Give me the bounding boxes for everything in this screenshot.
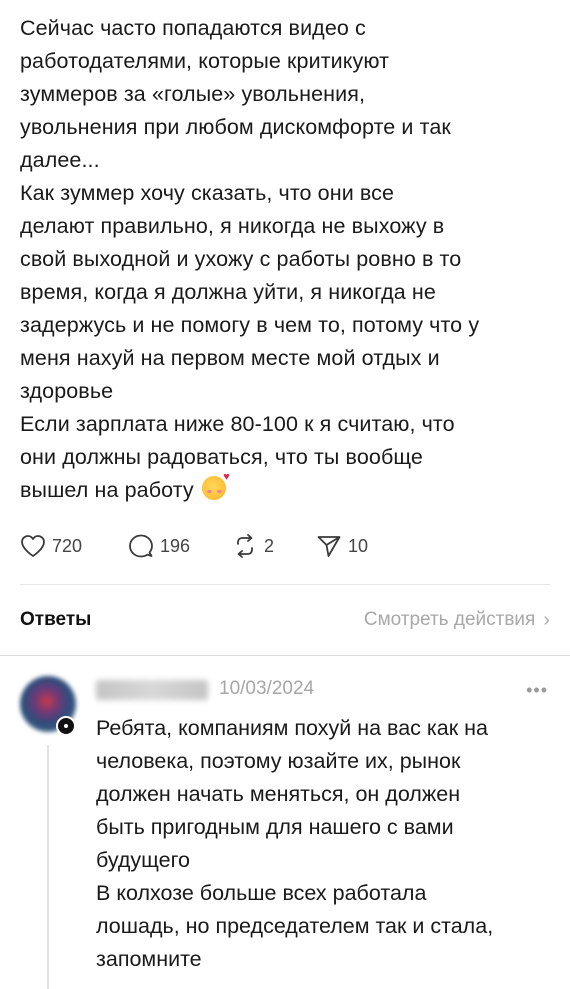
- post: Сейчас часто попадаются видео с работода…: [20, 12, 555, 507]
- like-count: 720: [52, 535, 83, 556]
- share-count: 10: [348, 535, 369, 556]
- view-activity-label: Смотреть действия: [363, 609, 536, 630]
- section-divider: [0, 655, 570, 656]
- comment-count: 196: [160, 535, 191, 556]
- comment-button[interactable]: 196: [128, 533, 190, 559]
- heart-icon: [21, 535, 45, 557]
- follow-badge-icon[interactable]: [56, 716, 76, 736]
- reply-username-blurred[interactable]: [96, 680, 208, 700]
- repost-icon: [237, 534, 253, 558]
- reply-text: Ребята, компаниям похуй на вас как на че…: [96, 716, 494, 971]
- chevron-right-icon: ›: [543, 608, 550, 631]
- like-button[interactable]: 720: [20, 534, 82, 558]
- smiling-face-with-hearts-icon: ♥: [201, 472, 230, 500]
- divider: [20, 584, 550, 585]
- share-button[interactable]: 10: [316, 533, 368, 559]
- repost-count: 2: [264, 535, 275, 556]
- replies-title: Ответы: [20, 609, 92, 630]
- thread-line: [47, 745, 49, 989]
- post-body: Сейчас часто попадаются видео с работода…: [20, 16, 480, 502]
- send-icon: [317, 536, 341, 557]
- view-activity-link[interactable]: Смотреть действия ›: [364, 609, 550, 632]
- post-text: Сейчас часто попадаются видео с работода…: [20, 12, 555, 507]
- replies-header: Ответы Смотреть действия ›: [20, 604, 550, 636]
- comment-bubble-icon: [129, 534, 153, 558]
- more-icon[interactable]: •••: [526, 680, 548, 701]
- repost-button[interactable]: 2: [232, 533, 274, 559]
- reply-date: 10/03/2024: [219, 678, 315, 699]
